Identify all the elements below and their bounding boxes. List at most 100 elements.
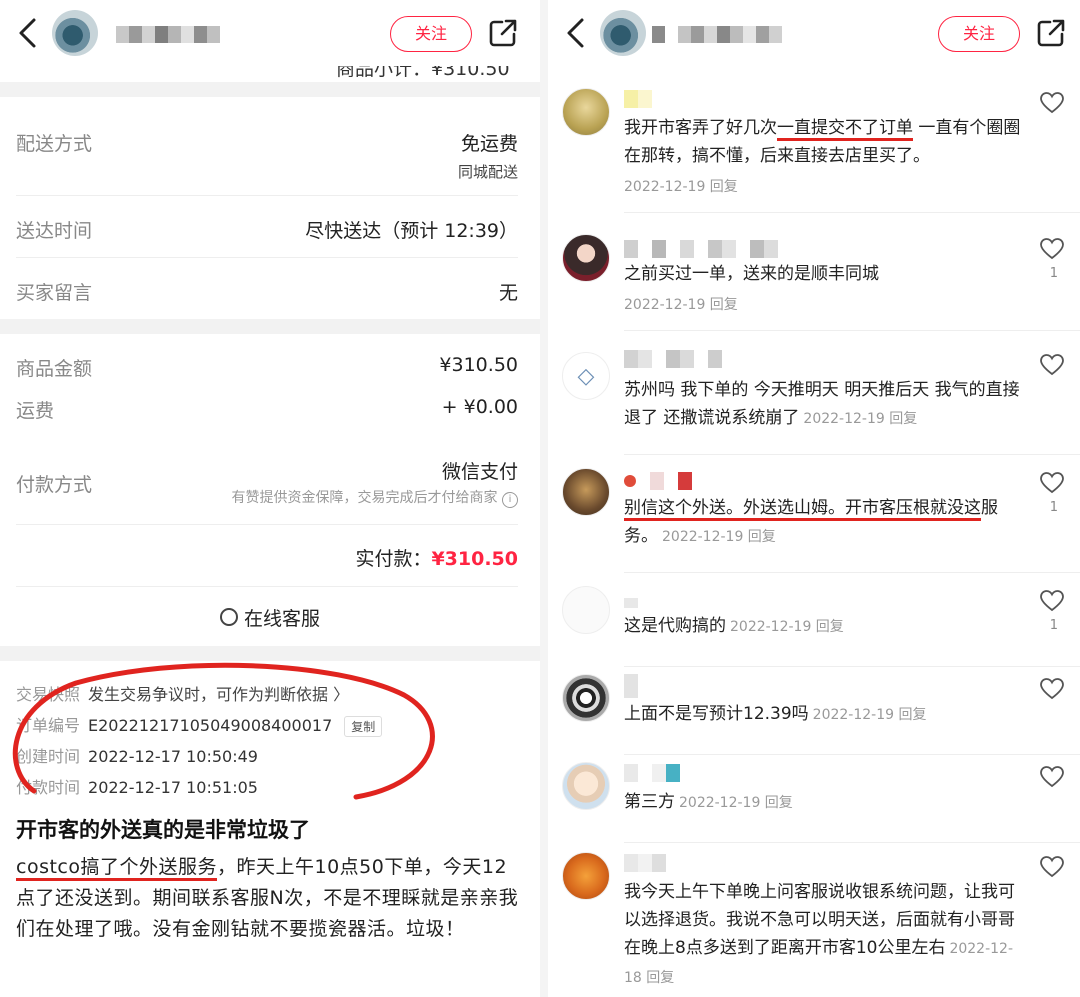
subtotal-strip: 商品小计：¥310.50 xyxy=(0,66,540,82)
diamond-icon: ◇ xyxy=(577,363,595,389)
share-icon[interactable] xyxy=(1036,18,1066,48)
goods-amount-value: ¥310.50 xyxy=(439,354,518,376)
freight-value: + ¥0.00 xyxy=(441,396,518,418)
commenter-avatar[interactable] xyxy=(562,468,610,516)
like-count: 1 xyxy=(1049,618,1058,633)
comments-screen: 关注 我开市客弄了好几次一直提交不了订单 一直有个圈圈在那转，搞不懂，后来直接去… xyxy=(548,0,1080,997)
author-avatar[interactable] xyxy=(52,10,98,56)
delivery-method-sub: 同城配送 xyxy=(457,163,518,181)
comment-item: 我开市客弄了好几次一直提交不了订单 一直有个圈圈在那转，搞不懂，后来直接去店里买… xyxy=(548,88,1080,214)
share-icon[interactable] xyxy=(488,18,518,48)
divider xyxy=(624,754,1080,755)
delivery-method-label: 配送方式 xyxy=(16,133,93,155)
comment-item: 上面不是写预计12.39吗 2022-12-19 回复 xyxy=(548,674,1080,758)
divider xyxy=(16,586,518,587)
goods-amount-label: 商品金额 xyxy=(16,358,93,380)
author-name-blurred xyxy=(652,26,782,44)
commenter-avatar[interactable] xyxy=(562,88,610,136)
online-service-button[interactable]: 在线客服 xyxy=(0,604,540,631)
actual-payment: 实付款：¥310.50 xyxy=(355,544,518,571)
heart-icon[interactable] xyxy=(1040,238,1064,260)
comment-text-highlight: 别信这个外送。外送选山姆。开市客压根就没这 xyxy=(624,498,981,521)
comment-text: 之前买过一单，送来的是顺丰同城 xyxy=(624,264,879,284)
comment-item: ◇ 苏州吗 我下单的 今天推明天 明天推后天 我气的直接退了 还撒谎说系统崩了 2… xyxy=(548,350,1080,458)
chat-icon xyxy=(219,608,238,626)
comment-text: 第三方 2022-12-19 回复 xyxy=(624,788,1024,817)
online-service-label: 在线客服 xyxy=(243,608,320,630)
delivery-method-value: 免运费 xyxy=(460,133,518,155)
comment-date-reply[interactable]: 2022-12-19 回复 xyxy=(730,619,844,635)
freight-label: 运费 xyxy=(16,400,55,422)
comment-item: 我今天上午下单晚上问客服说收银系统问题，让我可以选择退货。我说不急可以明天送，后… xyxy=(548,852,1080,997)
comment-text-highlight: 一直提交不了订单 xyxy=(777,118,913,141)
commenter-avatar[interactable] xyxy=(562,852,610,900)
heart-icon[interactable] xyxy=(1040,766,1064,788)
comment-item: 之前买过一单，送来的是顺丰同城 2022-12-19 回复 1 xyxy=(548,234,1080,332)
commenter-name-blurred xyxy=(624,764,680,782)
commenter-name-blurred xyxy=(624,350,722,368)
heart-icon[interactable] xyxy=(1040,92,1064,114)
buyer-note-value: 无 xyxy=(498,282,518,304)
subtotal-partial: 商品小计：¥310.50 xyxy=(336,66,510,80)
commenter-avatar[interactable] xyxy=(562,586,610,634)
divider xyxy=(624,330,1080,331)
comment-date-reply[interactable]: 2022-12-19 回复 xyxy=(662,529,776,545)
heart-icon[interactable] xyxy=(1040,678,1064,700)
comment-text-main: 第三方 xyxy=(624,792,675,812)
commenter-avatar[interactable] xyxy=(562,762,610,810)
panel-divider xyxy=(540,0,548,997)
delivery-time-value: 尽快送达（预计 12:39） xyxy=(305,220,518,242)
commenter-name-blurred xyxy=(624,674,638,698)
post-body-highlight: costco搞了个外送服务 xyxy=(16,856,217,881)
payment-method-value: 微信支付 xyxy=(441,461,518,483)
author-name-blurred xyxy=(116,26,220,44)
commenter-avatar[interactable] xyxy=(562,234,610,282)
comment-text: 苏州吗 我下单的 今天推明天 明天推后天 我气的直接退了 还撒谎说系统崩了 202… xyxy=(624,376,1024,433)
actual-payment-value: ¥310.50 xyxy=(431,548,518,570)
divider xyxy=(16,524,518,525)
left-header: 关注 xyxy=(0,0,540,66)
commenter-avatar[interactable]: ◇ xyxy=(562,352,610,400)
divider xyxy=(16,257,518,258)
comment-date-reply[interactable]: 2022-12-19 回复 xyxy=(803,411,917,427)
comment-item: 别信这个外送。外送选山姆。开市客压根就没这服务。 2022-12-19 回复 1 xyxy=(548,468,1080,574)
comment-date-reply[interactable]: 2022-12-19 回复 xyxy=(624,176,738,196)
back-arrow-icon[interactable] xyxy=(14,16,44,50)
heart-icon[interactable] xyxy=(1040,354,1064,376)
author-avatar[interactable] xyxy=(600,10,646,56)
buyer-note-label: 买家留言 xyxy=(16,282,93,304)
commenter-name-blurred xyxy=(624,590,638,608)
follow-button[interactable]: 关注 xyxy=(938,16,1020,52)
comment-date-reply[interactable]: 2022-12-19 回复 xyxy=(624,294,738,314)
order-screen: 关注 商品小计：¥310.50 配送方式 免运费 同城配送 送达时间 尽快送达（… xyxy=(0,0,540,997)
commenter-name-blurred xyxy=(624,90,652,108)
back-arrow-icon[interactable] xyxy=(562,16,592,50)
red-circle-annotation xyxy=(12,662,435,800)
commenter-avatar[interactable] xyxy=(562,674,610,722)
commenter-name-blurred xyxy=(624,240,778,258)
payment-method-label: 付款方式 xyxy=(16,474,93,496)
divider xyxy=(624,454,1080,455)
comment-item: 第三方 2022-12-19 回复 xyxy=(548,762,1080,846)
fund-guarantee-note: 有赞提供资金保障，交易完成后才付给商家 i xyxy=(232,487,518,508)
commenter-name-blurred xyxy=(624,472,692,490)
post-body: costco搞了个外送服务，昨天上午10点50下单，今天12点了还没送到。期间联… xyxy=(16,852,521,945)
comment-text-main: 这是代购搞的 xyxy=(624,616,726,636)
post-title: 开市客的外送真的是非常垃圾了 xyxy=(16,818,310,842)
comment-text: 这是代购搞的 2022-12-19 回复 xyxy=(624,612,1024,641)
divider xyxy=(624,666,1080,667)
divider xyxy=(16,195,518,196)
like-count: 1 xyxy=(1049,266,1058,281)
comment-text: 上面不是写预计12.39吗 2022-12-19 回复 xyxy=(624,700,1024,729)
info-icon[interactable]: i xyxy=(502,492,518,508)
comment-date-reply[interactable]: 2022-12-19 回复 xyxy=(679,795,793,811)
heart-icon[interactable] xyxy=(1040,856,1064,878)
follow-button[interactable]: 关注 xyxy=(390,16,472,52)
heart-icon[interactable] xyxy=(1040,472,1064,494)
heart-icon[interactable] xyxy=(1040,590,1064,612)
actual-payment-label: 实付款： xyxy=(355,548,432,570)
payment-card: 商品金额 ¥310.50 运费 + ¥0.00 付款方式 微信支付 有赞提供资金… xyxy=(0,334,540,646)
comment-text-main: 我开市客弄了好几次 xyxy=(624,118,777,138)
comment-text: 别信这个外送。外送选山姆。开市客压根就没这服务。 2022-12-19 回复 xyxy=(624,494,1024,551)
comment-date-reply[interactable]: 2022-12-19 回复 xyxy=(813,707,927,723)
